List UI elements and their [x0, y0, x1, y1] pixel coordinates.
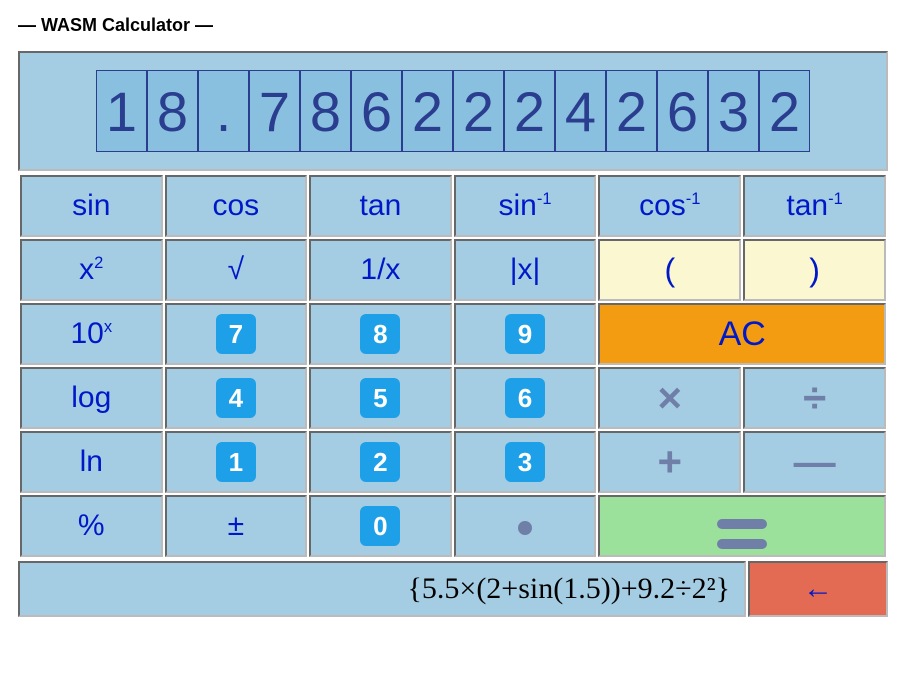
acos-button[interactable]: cos-1 — [598, 175, 741, 237]
display-digit: 6 — [351, 70, 402, 152]
log-button[interactable]: log — [20, 367, 163, 429]
digit-3-button[interactable]: 3 — [454, 431, 597, 493]
square-button[interactable]: x2 — [20, 239, 163, 301]
digit-2-button[interactable]: 2 — [309, 431, 452, 493]
footer: {5.5×(2+sin(1.5))+9.2÷2²} ← — [18, 561, 888, 617]
multiply-button[interactable]: × — [598, 367, 741, 429]
sqrt-button[interactable]: √ — [165, 239, 308, 301]
display-digit: 3 — [708, 70, 759, 152]
ln-button[interactable]: ln — [20, 431, 163, 493]
plus-minus-button[interactable]: ± — [165, 495, 308, 557]
display-digit: 8 — [147, 70, 198, 152]
tan-button[interactable]: tan — [309, 175, 452, 237]
digit-9-button[interactable]: 9 — [454, 303, 597, 365]
lparen-button[interactable]: ( — [598, 239, 741, 301]
subtract-button[interactable]: — — [743, 431, 886, 493]
digit-7-button[interactable]: 7 — [165, 303, 308, 365]
expression-display: {5.5×(2+sin(1.5))+9.2÷2²} — [18, 561, 746, 617]
divide-icon: ÷ — [803, 374, 826, 421]
display-digit: 2 — [759, 70, 810, 152]
tenx-button[interactable]: 10x — [20, 303, 163, 365]
digit-5-button[interactable]: 5 — [309, 367, 452, 429]
display: 18.78622242632 — [18, 51, 888, 171]
keypad: sin cos tan sin-1 cos-1 tan-1 x2 √ 1/x |… — [18, 173, 888, 559]
divide-button[interactable]: ÷ — [743, 367, 886, 429]
asin-button[interactable]: sin-1 — [454, 175, 597, 237]
abs-button[interactable]: |x| — [454, 239, 597, 301]
display-digit: . — [198, 70, 249, 152]
display-digit: 2 — [453, 70, 504, 152]
display-digit: 2 — [504, 70, 555, 152]
rparen-button[interactable]: ) — [743, 239, 886, 301]
digit-4-button[interactable]: 4 — [165, 367, 308, 429]
display-digit: 4 — [555, 70, 606, 152]
add-button[interactable]: + — [598, 431, 741, 493]
minus-icon: — — [794, 438, 836, 485]
percent-button[interactable]: % — [20, 495, 163, 557]
display-digit: 8 — [300, 70, 351, 152]
display-digit: 2 — [606, 70, 657, 152]
cos-button[interactable]: cos — [165, 175, 308, 237]
app-title: — WASM Calculator — — [18, 15, 892, 36]
multiply-icon: × — [658, 374, 683, 421]
dot-icon — [518, 521, 532, 535]
atan-button[interactable]: tan-1 — [743, 175, 886, 237]
equals-icon — [717, 519, 767, 549]
backspace-button[interactable]: ← — [748, 561, 888, 617]
display-digit: 2 — [402, 70, 453, 152]
all-clear-button[interactable]: AC — [598, 303, 886, 365]
display-digits: 18.78622242632 — [96, 70, 810, 152]
plus-icon: + — [658, 438, 683, 485]
back-arrow-icon: ← — [803, 572, 833, 606]
equals-button[interactable] — [598, 495, 886, 557]
reciprocal-button[interactable]: 1/x — [309, 239, 452, 301]
digit-1-button[interactable]: 1 — [165, 431, 308, 493]
display-digit: 7 — [249, 70, 300, 152]
digit-0-button[interactable]: 0 — [309, 495, 452, 557]
calculator: 18.78622242632 sin cos tan sin-1 cos-1 t… — [18, 51, 888, 617]
sin-button[interactable]: sin — [20, 175, 163, 237]
display-digit: 6 — [657, 70, 708, 152]
digit-8-button[interactable]: 8 — [309, 303, 452, 365]
display-digit: 1 — [96, 70, 147, 152]
decimal-button[interactable] — [454, 495, 597, 557]
digit-6-button[interactable]: 6 — [454, 367, 597, 429]
